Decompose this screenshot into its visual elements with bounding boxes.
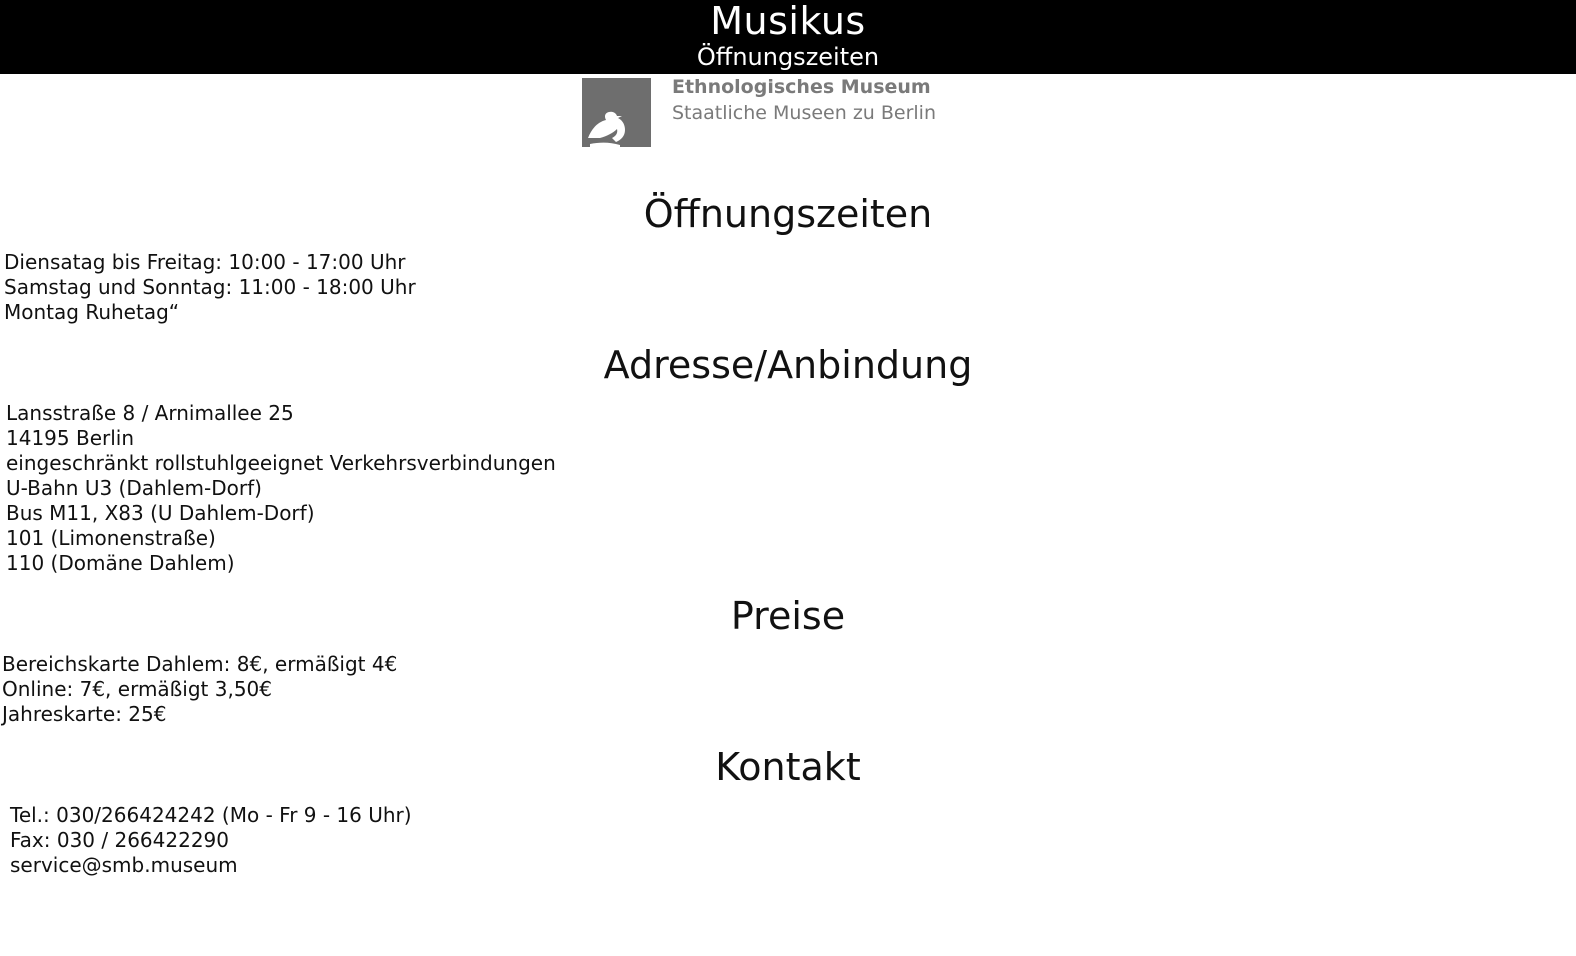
logo-organization: Staatliche Museen zu Berlin — [672, 102, 937, 124]
logo-museum-name: Ethnologisches Museum — [672, 76, 931, 98]
contact-email: service@smb.museum — [10, 853, 238, 877]
hours-line: Samstag und Sonntag: 11:00 - 18:00 Uhr — [4, 275, 416, 299]
address-line: 14195 Berlin — [6, 426, 135, 450]
app-title: Musikus — [710, 0, 866, 43]
address-line: U-Bahn U3 (Dahlem-Dorf) — [6, 476, 262, 500]
prices-heading: Preise — [730, 594, 846, 638]
address-line: Lansstraße 8 / Arnimallee 25 — [6, 401, 294, 425]
address-line: eingeschränkt rollstuhlgeeignet Verkehrs… — [6, 451, 556, 475]
museum-logo: Ethnologisches Museum Staatliche Museen … — [582, 76, 942, 148]
prices-text: Bereichskarte Dahlem: 8€, ermäßigt 4€ On… — [2, 652, 397, 727]
contact-heading: Kontakt — [715, 745, 861, 789]
contact-fax: Fax: 030 / 266422290 — [10, 828, 230, 852]
price-line: Bereichskarte Dahlem: 8€, ermäßigt 4€ — [2, 652, 398, 676]
address-text: Lansstraße 8 / Arnimallee 25 14195 Berli… — [6, 401, 556, 576]
address-line: 101 (Limonenstraße) — [6, 526, 216, 550]
hours-heading: Öffnungszeiten — [643, 192, 933, 236]
address-heading: Adresse/Anbindung — [603, 343, 973, 387]
contact-text: Tel.: 030/266424242 (Mo - Fr 9 - 16 Uhr)… — [10, 803, 412, 878]
eagle-logo-icon — [582, 78, 651, 147]
address-line: 110 (Domäne Dahlem) — [6, 551, 235, 575]
app-header: Musikus Öffnungszeiten — [0, 0, 1576, 74]
price-line: Jahreskarte: 25€ — [2, 702, 167, 726]
page-subtitle: Öffnungszeiten — [696, 43, 880, 71]
price-line: Online: 7€, ermäßigt 3,50€ — [2, 677, 272, 701]
contact-phone: Tel.: 030/266424242 (Mo - Fr 9 - 16 Uhr) — [10, 803, 412, 827]
hours-line: Montag Ruhetag“ — [4, 300, 180, 324]
hours-text: Diensatag bis Freitag: 10:00 - 17:00 Uhr… — [4, 250, 416, 325]
hours-line: Diensatag bis Freitag: 10:00 - 17:00 Uhr — [4, 250, 406, 274]
address-line: Bus M11, X83 (U Dahlem-Dorf) — [6, 501, 315, 525]
